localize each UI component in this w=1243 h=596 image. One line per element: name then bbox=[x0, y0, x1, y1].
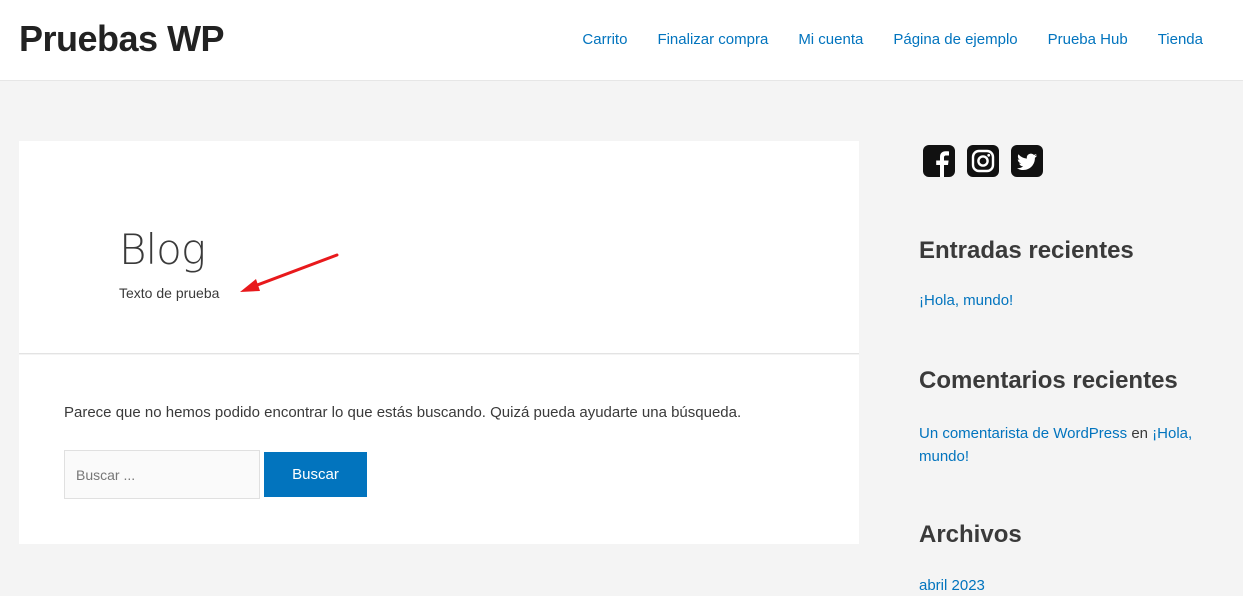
site-header: Pruebas WP Carrito Finalizar compra Mi c… bbox=[0, 0, 1243, 81]
search-card: Parece que no hemos podido encontrar lo … bbox=[19, 355, 859, 544]
archive-link[interactable]: abril 2023 bbox=[919, 577, 985, 594]
twitter-icon[interactable] bbox=[1011, 145, 1043, 177]
nav-item-mi-cuenta[interactable]: Mi cuenta bbox=[798, 31, 863, 48]
social-icons bbox=[923, 145, 1043, 177]
search-button[interactable]: Buscar bbox=[264, 452, 367, 497]
annotation-arrow-icon bbox=[240, 253, 339, 292]
instagram-icon[interactable] bbox=[967, 145, 999, 177]
nav-item-prueba-hub[interactable]: Prueba Hub bbox=[1048, 31, 1128, 48]
comment-author-link[interactable]: Un comentarista de WordPress bbox=[919, 425, 1127, 442]
nav-item-finalizar-compra[interactable]: Finalizar compra bbox=[657, 31, 768, 48]
recent-comments-title: Comentarios recientes bbox=[919, 367, 1178, 394]
archives-title: Archivos bbox=[919, 521, 1022, 548]
page-description: Texto de prueba bbox=[119, 285, 220, 301]
recent-post-link[interactable]: ¡Hola, mundo! bbox=[919, 292, 1013, 309]
search-input[interactable] bbox=[64, 450, 260, 499]
nav-item-carrito[interactable]: Carrito bbox=[582, 31, 627, 48]
not-found-message: Parece que no hemos podido encontrar lo … bbox=[64, 404, 742, 421]
comment-connector: en bbox=[1131, 425, 1148, 442]
main-navigation: Carrito Finalizar compra Mi cuenta Págin… bbox=[582, 31, 1203, 48]
recent-posts-title: Entradas recientes bbox=[919, 237, 1134, 264]
facebook-icon[interactable] bbox=[923, 145, 955, 177]
nav-item-pagina-de-ejemplo[interactable]: Página de ejemplo bbox=[893, 31, 1017, 48]
recent-comment: Un comentarista de WordPress en ¡Hola, m… bbox=[919, 422, 1219, 468]
nav-item-tienda[interactable]: Tienda bbox=[1158, 31, 1203, 48]
page-header-card: Blog Texto de prueba bbox=[19, 141, 859, 354]
site-title[interactable]: Pruebas WP bbox=[19, 18, 225, 60]
page-title: Blog bbox=[119, 225, 206, 274]
